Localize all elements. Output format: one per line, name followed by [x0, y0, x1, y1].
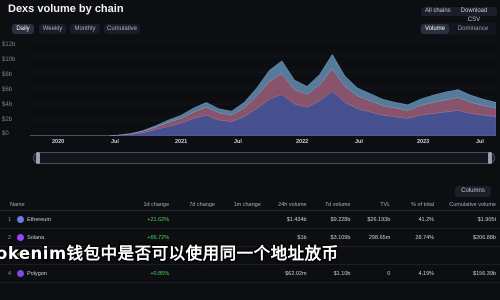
col-pct-total[interactable]: % of total [390, 200, 435, 211]
toggle-volume[interactable]: Volume [421, 24, 449, 34]
y-tick: $4b [2, 102, 13, 108]
cell-v24: $62.02m [260, 264, 307, 283]
table-header-row: Name 1d change 7d change 1m change 24h v… [0, 200, 500, 211]
volume-chart [30, 40, 496, 136]
col-1m-change[interactable]: 1m change [214, 200, 261, 211]
col-1d-change[interactable]: 1d change [117, 200, 170, 211]
overlay-caption: okenim钱包中是否可以使用同一个地址放币 [0, 244, 339, 263]
range-handle-start[interactable] [36, 152, 40, 164]
download-csv-button[interactable]: Download CSV [451, 7, 497, 23]
cell-tvl: $26.193b [350, 210, 391, 229]
rank: 1 [8, 216, 12, 223]
y-tick: $6b [2, 87, 13, 93]
cell-pct: 4.19% [390, 264, 435, 283]
col-name[interactable]: Name [0, 200, 118, 211]
chain-logo-icon [17, 270, 25, 277]
rank: 4 [8, 270, 12, 277]
chain-logo-icon [17, 216, 25, 223]
x-tick: 2021 [175, 139, 188, 145]
cell-tvl: 0 [350, 264, 391, 283]
y-tick: $10b [2, 57, 16, 63]
cell-pct: 41.2% [390, 210, 435, 229]
chain-name-cell[interactable]: 4 Polygon [0, 264, 118, 283]
cell-v7: $9.228b [306, 210, 351, 229]
cell-d1: +21.62% [117, 210, 170, 229]
cell-m1 [214, 264, 261, 283]
col-7d-volume[interactable]: 7d volume [306, 200, 351, 211]
cell-d1: +0.85% [117, 264, 170, 283]
y-tick: $2b [2, 117, 13, 123]
table-row[interactable]: 1 Ethereum +21.62% $1.434b $9.228b $26.193b 41… [0, 210, 500, 229]
range-slider[interactable] [33, 152, 495, 164]
tab-cumulative[interactable]: Cumulative [104, 24, 140, 34]
cell-d7 [169, 264, 215, 283]
x-tick: Jul [111, 139, 119, 145]
tab-monthly[interactable]: Monthly [70, 24, 100, 34]
chain-name-cell[interactable]: 1 Ethereum [0, 210, 118, 229]
page-title: Dexs volume by chain [8, 3, 124, 15]
chain-name[interactable]: Polygon [27, 271, 47, 277]
cell-m1 [214, 210, 261, 229]
x-tick: 2023 [417, 139, 430, 145]
col-tvl[interactable]: TVL [350, 200, 391, 211]
y-tick: $8b [2, 72, 13, 78]
cell-v7: $1.10b [306, 264, 351, 283]
table-row[interactable]: 4 Polygon +0.85% $62.02m $1.10b 0 4.19% $156.39… [0, 264, 500, 283]
x-tick: Jul [355, 139, 363, 145]
x-tick: 2022 [296, 139, 309, 145]
toggle-dominance[interactable]: Dominance [452, 24, 494, 34]
cell-cum: $156.39b [434, 264, 500, 283]
y-tick: $12b [2, 42, 16, 48]
tab-daily[interactable]: Daily [12, 24, 34, 34]
cell-v24: $1.434b [260, 210, 307, 229]
cell-d7 [169, 210, 215, 229]
range-handle-end[interactable] [488, 152, 492, 164]
y-tick: $0 [2, 131, 9, 137]
columns-button[interactable]: Columns [455, 186, 491, 197]
x-tick: Jul [234, 139, 242, 145]
tab-weekly[interactable]: Weekly [39, 24, 66, 34]
chain-name[interactable]: Ethereum [27, 217, 51, 223]
all-chains-button[interactable]: All chains [421, 7, 455, 16]
col-24h-volume[interactable]: 24h volume [260, 200, 307, 211]
col-cumulative[interactable]: Cumulative volume [434, 200, 500, 211]
x-tick: Jul [476, 139, 484, 145]
col-7d-change[interactable]: 7d change [169, 200, 215, 211]
x-tick: 2020 [52, 139, 65, 145]
cell-cum: $1.905t [434, 210, 500, 229]
